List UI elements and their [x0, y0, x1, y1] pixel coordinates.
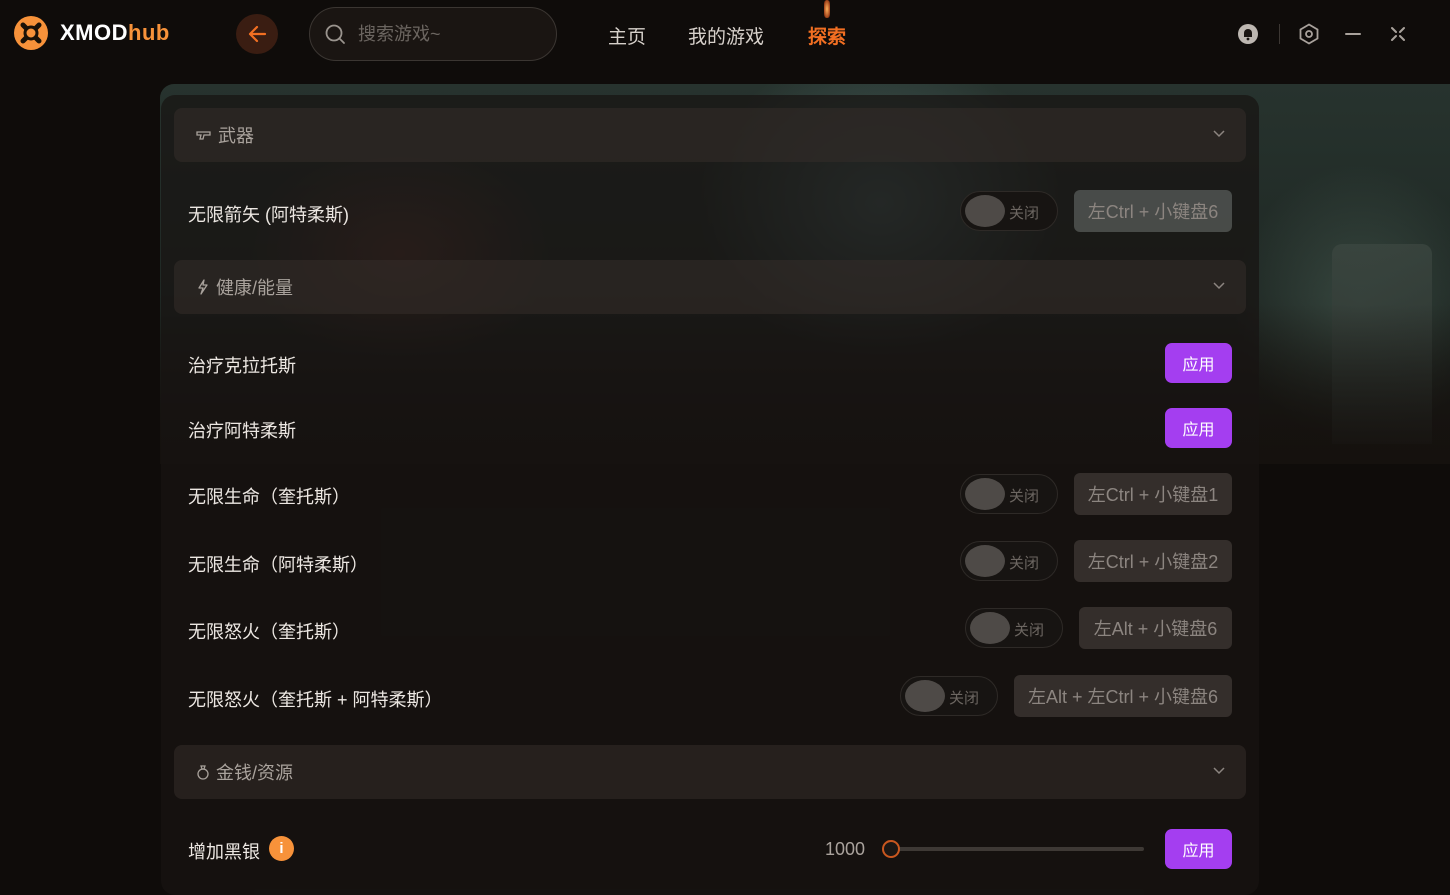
toggle-knob	[965, 478, 1005, 510]
toggle-state: 关闭	[949, 690, 980, 707]
toolbar-separator	[1279, 24, 1280, 44]
minimize-button[interactable]	[1341, 22, 1365, 46]
hotkey-text: 左Alt + 小键盘6	[1093, 619, 1218, 639]
logo-icon	[14, 16, 48, 50]
slider-handle[interactable]	[882, 840, 900, 858]
toggle-state: 关闭	[1009, 205, 1040, 222]
hotkey-binding[interactable]: 左Alt + 小键盘6	[1079, 607, 1232, 649]
row-label: 无限怒火（奎托斯 + 阿特柔斯）	[188, 690, 443, 710]
hotkey-binding[interactable]: 左Ctrl + 小键盘2	[1074, 540, 1232, 582]
toggle-knob	[965, 545, 1005, 577]
toggle-knob	[905, 680, 945, 712]
row-label: 无限怒火（奎托斯）	[188, 622, 350, 642]
toggle-switch[interactable]: 关闭	[900, 676, 998, 716]
chevron-down-icon	[1213, 130, 1225, 138]
hotkey-text: 左Ctrl + 小键盘2	[1087, 552, 1219, 572]
toggle-knob	[965, 195, 1005, 227]
section-title: 金钱/资源	[216, 763, 294, 783]
hotkey-binding[interactable]: 左Alt + 左Ctrl + 小键盘6	[1014, 675, 1232, 717]
section-health-energy[interactable]: 健康/能量	[174, 260, 1246, 314]
section-weapons[interactable]: 武器	[174, 108, 1246, 162]
background-stone-pillar	[1332, 244, 1432, 444]
apply-button[interactable]: 应用	[1165, 829, 1232, 869]
apply-button[interactable]: 应用	[1165, 343, 1232, 383]
section-title: 武器	[218, 126, 254, 146]
info-icon-glyph: i	[279, 840, 284, 857]
close-button[interactable]	[1386, 22, 1410, 46]
bell-icon	[1238, 24, 1258, 44]
section-money-resources[interactable]: 金钱/资源	[174, 745, 1246, 799]
nav-home[interactable]: 主页	[608, 22, 646, 49]
toggle-switch[interactable]: 关闭	[965, 608, 1063, 648]
arrow-left-icon	[248, 25, 267, 43]
apply-button[interactable]: 应用	[1165, 408, 1232, 448]
row-label: 无限生命（阿特柔斯）	[188, 555, 368, 575]
hotkey-text: 左Ctrl + 小键盘6	[1087, 202, 1219, 222]
money-bag-icon	[197, 765, 209, 780]
active-tab-indicator	[824, 0, 830, 18]
chevron-down-icon	[1213, 767, 1225, 775]
close-icon	[1391, 27, 1405, 41]
row-label: 增加黑银	[188, 842, 260, 862]
search-icon	[325, 24, 345, 44]
search-input[interactable]	[356, 22, 540, 46]
app-logo[interactable]: XMODhub	[12, 14, 170, 52]
toggle-switch[interactable]: 关闭	[960, 474, 1058, 514]
gear-icon	[1299, 23, 1319, 45]
search-box[interactable]	[309, 7, 557, 61]
notification-button[interactable]	[1236, 22, 1260, 46]
section-title: 健康/能量	[216, 278, 294, 298]
chevron-down-icon	[1213, 282, 1225, 290]
toggle-state: 关闭	[1009, 555, 1040, 572]
row-label: 治疗克拉托斯	[188, 356, 296, 376]
toggle-switch[interactable]: 关闭	[960, 191, 1058, 231]
toggle-state: 关闭	[1009, 488, 1040, 505]
info-icon[interactable]: i	[269, 836, 294, 861]
row-label: 无限箭矢 (阿特柔斯)	[188, 205, 349, 225]
toggle-switch[interactable]: 关闭	[960, 541, 1058, 581]
settings-button[interactable]	[1297, 22, 1321, 46]
hotkey-text: 左Alt + 左Ctrl + 小键盘6	[1027, 687, 1219, 707]
toggle-state: 关闭	[1014, 622, 1045, 639]
row-label: 治疗阿特柔斯	[188, 421, 296, 441]
gun-icon	[196, 131, 211, 140]
nav-my-games[interactable]: 我的游戏	[688, 22, 764, 49]
toggle-knob	[970, 612, 1010, 644]
slider-value: 1000	[825, 839, 866, 859]
logo-text: XMODhub	[60, 20, 170, 45]
back-button[interactable]	[236, 14, 278, 54]
amount-slider-track[interactable]	[888, 847, 1144, 851]
hotkey-binding[interactable]: 左Ctrl + 小键盘6	[1074, 190, 1232, 232]
top-bar: XMODhub 主页 我的游戏 探索	[0, 0, 1450, 70]
hotkey-binding[interactable]: 左Ctrl + 小键盘1	[1074, 473, 1232, 515]
minimize-icon	[1345, 33, 1361, 35]
row-label: 无限生命（奎托斯）	[188, 487, 350, 507]
hotkey-text: 左Ctrl + 小键盘1	[1087, 485, 1219, 505]
lightning-icon	[198, 279, 208, 295]
nav-explore[interactable]: 探索	[808, 22, 846, 49]
